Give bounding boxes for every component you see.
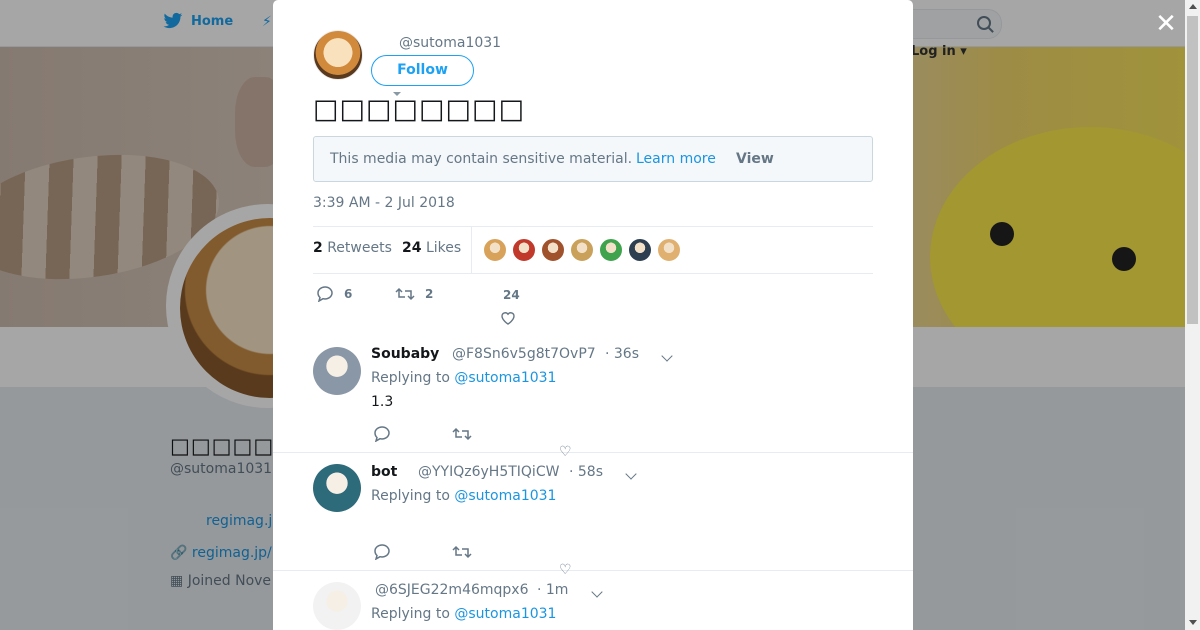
retweet-icon [395,287,415,301]
scroll-down-arrow[interactable] [1189,620,1197,625]
replying-to: Replying to @sutoma1031 [371,606,556,622]
liker-avatar[interactable] [657,238,681,262]
heart-icon [501,312,515,325]
replying-to-link[interactable]: @sutoma1031 [454,606,556,622]
chevron-down-icon[interactable] [625,468,637,480]
view-button[interactable]: View [736,151,774,167]
replying-prefix: Replying to [371,488,450,504]
tweet-timestamp[interactable]: 3:39 AM - 2 Jul 2018 [313,195,455,211]
retweet-action[interactable]: 2 [395,286,433,302]
likes-label: Likes [425,240,462,256]
chevron-down-icon[interactable] [661,350,673,362]
tweet-stats: 2 Retweets 24 Likes [313,226,873,274]
reply-action[interactable]: 6 [316,286,352,302]
reply-author-name[interactable]: Soubaby [371,346,439,362]
close-icon[interactable]: ✕ [1154,11,1178,37]
stats-divider [471,227,472,273]
reply-count: 6 [344,287,353,301]
liker-avatar[interactable] [541,238,565,262]
reply-icon[interactable] [373,544,391,560]
likes-count: 24 [402,240,422,256]
sensitive-message: This media may contain sensitive materia… [330,151,633,167]
reply-author-name[interactable]: bot [371,464,397,480]
tweet-modal: @sutoma1031 Follow □□□□□□□□ This media m… [273,0,913,630]
reply-avatar[interactable] [313,582,361,630]
reply-time[interactable]: · 36s [605,346,639,362]
reply-avatar[interactable] [313,464,361,512]
reply-author-handle[interactable]: @YYIQz6yH5TIQiCW [418,464,559,480]
like-count-label: 24 [503,288,520,302]
retweet-icon[interactable] [452,544,472,560]
replying-to: Replying to @sutoma1031 [371,488,556,504]
tweet-author-avatar[interactable] [313,30,363,80]
retweets-count: 2 [313,240,323,256]
reply-avatar[interactable] [313,347,361,395]
reply-time[interactable]: · 58s [569,464,603,480]
liker-avatars [483,238,681,262]
follow-button[interactable]: Follow [371,55,474,86]
replying-prefix: Replying to [371,370,450,386]
likes-stat[interactable]: 24 Likes [402,240,461,256]
liker-avatar[interactable] [512,238,536,262]
reply-item[interactable]: Soubaby @F8Sn6v5g8t7OvP7 · 36s Replying … [273,334,913,460]
retweets-label: Retweets [327,240,392,256]
scroll-up-arrow[interactable] [1189,4,1197,9]
replying-to: Replying to @sutoma1031 [371,370,556,386]
scrollbar-thumb[interactable] [1187,16,1198,324]
reply-item[interactable]: bot @YYIQz6yH5TIQiCW · 58s Replying to @… [273,452,913,578]
sensitive-media-notice: This media may contain sensitive materia… [313,136,873,182]
reply-author-handle[interactable]: @F8Sn6v5g8t7OvP7 [452,346,596,362]
retweets-stat[interactable]: 2 Retweets [313,240,392,256]
liker-avatar[interactable] [570,238,594,262]
reply-icon[interactable] [373,426,391,442]
tweet-author-handle[interactable]: @sutoma1031 [399,35,501,51]
replying-to-link[interactable]: @sutoma1031 [454,370,556,386]
learn-more-link[interactable]: Learn more [636,151,716,167]
replying-prefix: Replying to [371,606,450,622]
liker-avatar[interactable] [599,238,623,262]
tweet-actions: 6 2 24 [313,286,873,326]
retweet-icon[interactable] [452,426,472,442]
tweet-text: □□□□□□□□ [313,94,526,125]
like-action[interactable] [500,310,516,326]
like-count: 24 [503,288,520,302]
replying-to-link[interactable]: @sutoma1031 [454,488,556,504]
chevron-down-icon[interactable] [591,586,603,598]
reply-icon [317,286,333,302]
reply-item[interactable]: @6SJEG22m46mqpx6 · 1m Replying to @sutom… [273,570,913,630]
reply-time[interactable]: · 1m [537,582,568,598]
reply-text: 1.3 [371,394,394,410]
retweet-count: 2 [425,287,434,301]
liker-avatar[interactable] [628,238,652,262]
liker-avatar[interactable] [483,238,507,262]
reply-author-handle[interactable]: @6SJEG22m46mqpx6 [375,582,529,598]
